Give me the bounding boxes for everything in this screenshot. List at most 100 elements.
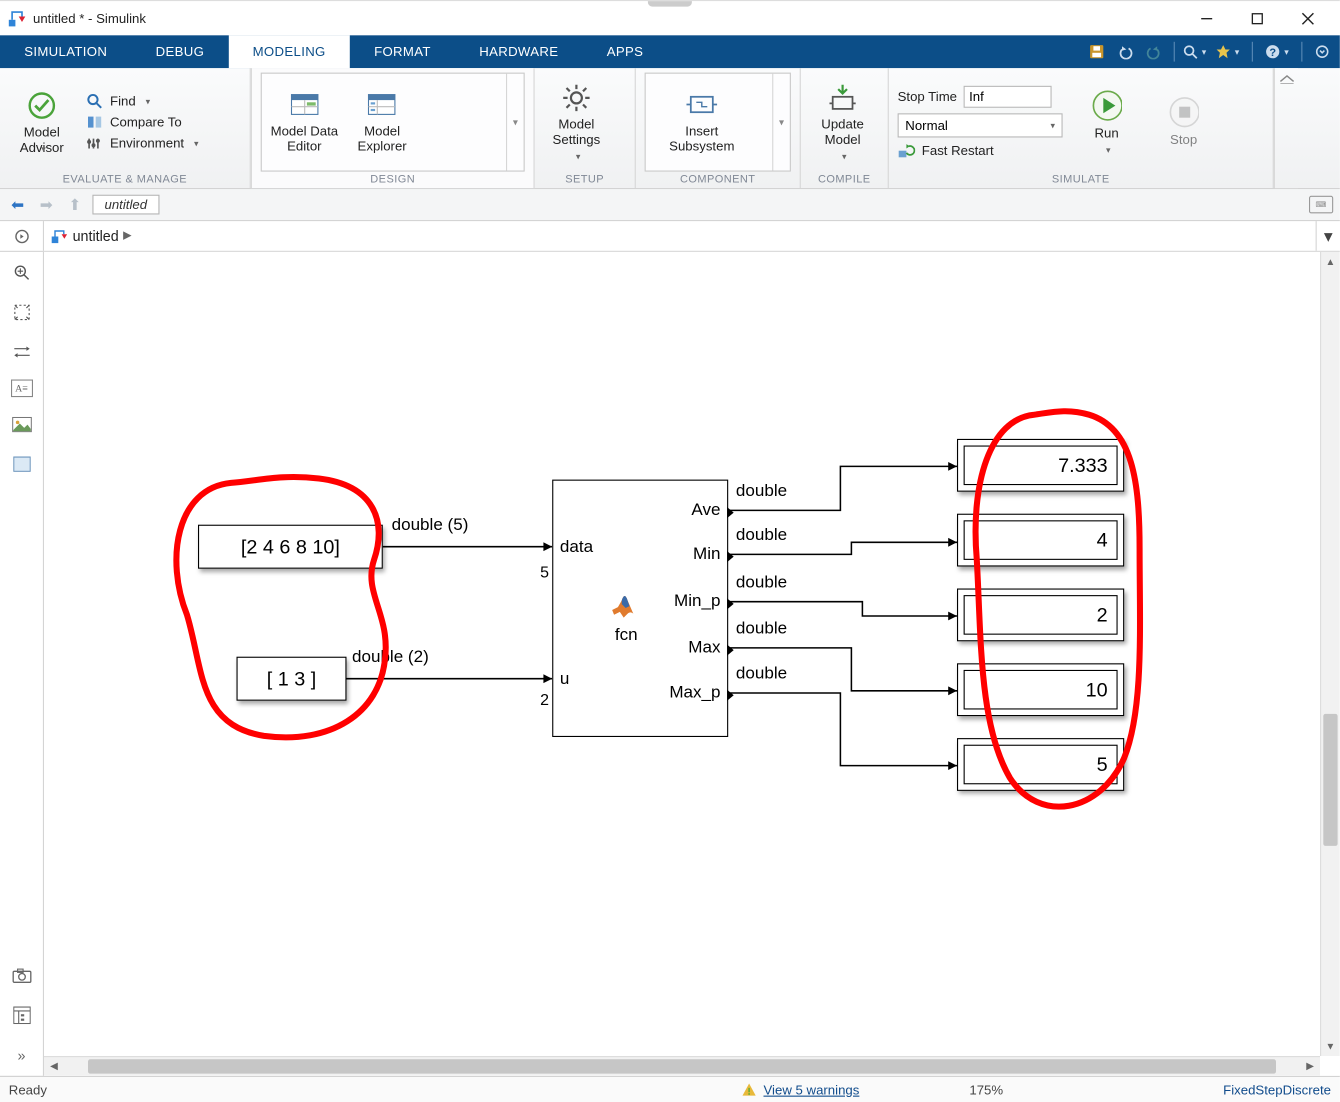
breadcrumb-dropdown[interactable]: ▾ [1316,221,1340,251]
port-label: u [560,670,569,690]
run-button[interactable]: Run▾ [1074,90,1140,155]
status-solver[interactable]: FixedStepDiscrete [1223,1082,1331,1097]
play-icon [1091,90,1122,121]
fast-restart-button[interactable]: Fast Restart [898,143,1063,158]
tab-apps[interactable]: APPS [583,35,668,68]
constant-block-2[interactable]: [ 1 3 ] [237,657,347,701]
signal-label: double [736,482,787,502]
display-block-min-p[interactable]: 2 [957,589,1124,642]
model-tab[interactable]: untitled [92,195,159,215]
checkmark-icon [26,90,57,121]
status-warnings[interactable]: View 5 warnings [741,1082,859,1097]
model-settings-button[interactable]: Model Settings▾ [543,82,609,162]
update-icon [827,82,858,113]
main-area: A≡ » [2 4 6 8 10] [ 1 3 ] double (5) dou… [0,252,1340,1076]
search-icon[interactable]: ▾ [1181,40,1207,64]
tab-debug[interactable]: DEBUG [131,35,228,68]
toggle-io-icon[interactable] [9,340,33,364]
zoom-in-icon[interactable] [9,261,33,285]
favorites-icon[interactable]: ▾ [1210,40,1245,64]
signal-label: double (2) [352,648,429,668]
tab-modeling[interactable]: MODELING [228,35,349,68]
help-icon[interactable]: ?▾ [1260,40,1295,64]
stop-time-input[interactable] [964,86,1052,108]
explorer-bar: ⬅ ➡ ⬆ untitled ⌨ [0,189,1340,221]
port-label: Max_p [669,683,720,703]
image-icon[interactable] [9,413,33,437]
library-icon[interactable] [9,1003,33,1027]
group-label: EVALUATE & MANAGE [9,174,241,186]
breadcrumb-bar: untitled ▶ ▾ [0,221,1340,252]
window-title: untitled * - Simulink [33,10,1181,25]
fcn-label: fcn [615,626,638,646]
minimize-button[interactable] [1181,1,1232,36]
tab-hardware[interactable]: HARDWARE [455,35,583,68]
design-gallery-expand[interactable]: ▾ [506,74,524,171]
group-label: SETUP [543,174,626,186]
vertical-scrollbar[interactable]: ▲ ▼ [1320,252,1340,1056]
nav-forward-button[interactable]: ➡ [35,194,57,216]
matlab-function-block[interactable]: data u 5 2 Ave Min Min_p Max Max_p fcn [552,480,728,737]
tab-format[interactable]: FORMAT [350,35,455,68]
port-label: data [560,538,593,558]
model-explorer-button[interactable]: Model Explorer [349,89,415,155]
more-icon[interactable]: » [9,1043,33,1067]
insert-subsystem-button[interactable]: Insert Subsystem [652,89,751,155]
matlab-icon [608,591,639,627]
simulink-icon [7,8,27,28]
stop-icon [1168,97,1199,128]
area-icon[interactable] [9,452,33,476]
toolstrip-collapse-button[interactable] [1274,68,1298,188]
display-block-max-p[interactable]: 5 [957,738,1124,791]
keyboard-icon[interactable]: ⌨ [1309,196,1333,214]
explorer-icon [367,89,398,120]
undo-icon[interactable] [1112,40,1138,64]
find-button[interactable]: Find▾ [86,92,199,110]
component-gallery-expand[interactable]: ▾ [772,74,790,171]
port-label: Min_p [674,592,720,612]
canvas[interactable]: [2 4 6 8 10] [ 1 3 ] double (5) double (… [44,252,1340,1076]
port-label: Ave [691,501,720,521]
port-label: Min [693,545,720,565]
display-block-ave[interactable]: 7.333 [957,439,1124,492]
stop-button[interactable]: Stop [1151,97,1217,148]
environment-button[interactable]: Environment▾ [86,134,199,152]
maximize-button[interactable] [1232,1,1283,36]
constant-block-1[interactable]: [2 4 6 8 10] [198,525,383,569]
port-dim-label: 5 [540,564,549,582]
nav-up-button[interactable]: ⬆ [64,194,86,216]
nav-back-button[interactable]: ⬅ [7,194,29,216]
subsystem-icon [686,89,717,120]
compare-button[interactable]: Compare To [86,113,199,131]
display-block-max[interactable]: 10 [957,663,1124,716]
camera-icon[interactable] [9,964,33,988]
breadcrumb-current[interactable]: untitled [73,228,119,245]
display-block-min[interactable]: 4 [957,514,1124,567]
signal-label: double [736,664,787,684]
redo-icon[interactable] [1141,40,1167,64]
group-label: COMPONENT [645,174,791,186]
qat-expand-icon[interactable] [1309,40,1335,64]
horizontal-scrollbar[interactable]: ◀ ▶ [44,1056,1320,1076]
sim-mode-select[interactable]: Normal▾ [898,113,1063,137]
status-zoom[interactable]: 175% [969,1082,1003,1097]
model-data-editor-button[interactable]: Model Data Editor [271,89,339,155]
tab-simulation[interactable]: SIMULATION [0,35,131,68]
toolstrip: Model Advisor ▾ Find▾ Compare To Environ… [0,68,1340,189]
canvas-palette: A≡ » [0,252,44,1076]
save-icon[interactable] [1084,40,1110,64]
stop-time-label: Stop Time [898,89,957,104]
title-notch [648,1,692,7]
hide-browser-button[interactable] [0,221,44,251]
fit-icon[interactable] [9,300,33,324]
model-advisor-button[interactable]: Model Advisor ▾ [9,90,75,154]
port-dim-label: 2 [540,692,549,710]
update-model-button[interactable]: Update Model▾ [810,82,876,162]
signal-label: double [736,619,787,639]
port-label: Max [688,638,720,658]
signal-label: double [736,573,787,593]
annotation-icon[interactable]: A≡ [10,380,32,398]
group-label: DESIGN [261,174,525,186]
close-button[interactable] [1283,1,1334,36]
gear-icon [561,82,592,113]
